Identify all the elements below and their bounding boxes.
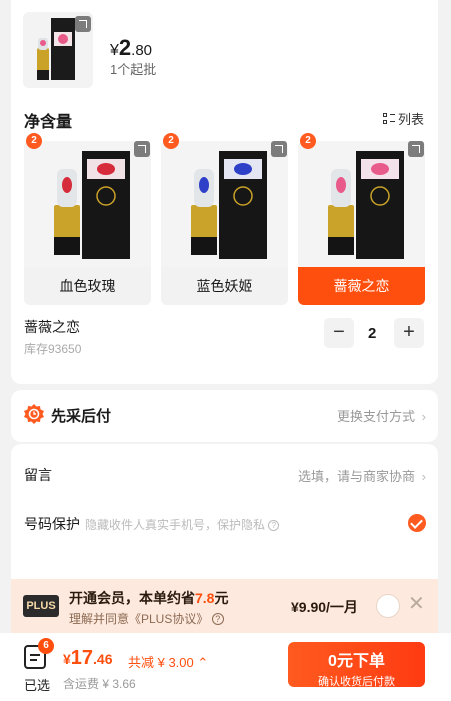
plus-agreement-text: 理解并同意《PLUS协议》: [69, 612, 209, 626]
zoom-icon[interactable]: [408, 141, 424, 157]
checkout-bar: 6 已选 ¥17.46 共减 ¥ 3.00 ⌃ 含运费 ¥ 3.66 0元下单 …: [0, 633, 451, 701]
cart-count-badge: 6: [38, 638, 54, 654]
order-button-subtitle: 确认收货后付款: [318, 676, 395, 688]
variant-label: 蓝色妖姬: [161, 267, 288, 305]
selected-label[interactable]: 已选: [24, 675, 50, 694]
plus-offer-suffix: 元: [214, 590, 229, 606]
plus-offer-prefix: 开通会员，本单约省: [69, 590, 195, 606]
shipping-fee: 含运费 ¥ 3.66: [63, 677, 136, 691]
plus-price: ¥9.90/一月: [291, 599, 358, 615]
change-payment-link[interactable]: 更换支付方式 ›: [337, 406, 426, 425]
message-placeholder: 选填，请与商家协商: [298, 469, 416, 484]
message-input[interactable]: 选填，请与商家协商 ›: [298, 466, 426, 485]
quantity-value[interactable]: 2: [368, 325, 376, 342]
payment-row[interactable]: 先采后付 更换支付方式 ›: [11, 390, 438, 442]
help-icon[interactable]: ?: [211, 613, 224, 625]
variant-image: [24, 141, 151, 267]
variant-label: 蔷薇之恋: [298, 267, 425, 305]
discount-text: 共减 ¥ 3.00: [128, 655, 194, 670]
stock-count: 库存93650: [24, 342, 82, 356]
plus-logo: PLUS: [23, 595, 59, 617]
privacy-label: 号码保护: [24, 516, 80, 532]
plus-membership-bar: PLUS 开通会员，本单约省7.8元 理解并同意《PLUS协议》 ? ¥9.90…: [11, 579, 438, 633]
list-view-label: 列表: [397, 112, 424, 127]
selected-variant-name: 蔷薇之恋: [24, 319, 80, 335]
variant-option-blue-enchantress[interactable]: 蓝色妖姬: [161, 141, 288, 305]
close-icon[interactable]: ✕: [408, 591, 425, 616]
zoom-icon[interactable]: [271, 141, 287, 157]
variant-count-badge: 2: [26, 133, 42, 149]
chevron-up-icon: ⌃: [193, 655, 209, 670]
unit-price: ¥2.80: [110, 35, 153, 60]
help-icon[interactable]: ?: [268, 520, 280, 531]
variant-option-rose-love[interactable]: 蔷薇之恋: [298, 141, 425, 305]
variant-count-badge: 2: [163, 133, 179, 149]
pay-later-icon: [24, 404, 44, 424]
variant-section-title: 净含量: [24, 114, 73, 131]
chevron-right-icon: ›: [421, 469, 426, 484]
variant-option-blood-rose[interactable]: 血色玫瑰: [24, 141, 151, 305]
variant-label: 血色玫瑰: [24, 267, 151, 305]
decrease-quantity-button[interactable]: −: [324, 318, 354, 348]
total-price: ¥17.46: [63, 647, 113, 669]
privacy-checkbox[interactable]: [408, 514, 426, 532]
product-thumbnail[interactable]: [23, 12, 93, 88]
order-button-title: 0元下单: [328, 653, 385, 670]
plus-agreement-link[interactable]: 理解并同意《PLUS协议》 ?: [69, 610, 224, 627]
product-card: ¥2.80 1个起批 净含量 列表 血色玫瑰 2 蓝色妖姬 2 蔷薇之恋 2 蔷…: [11, 0, 438, 384]
chevron-right-icon: ›: [421, 409, 426, 424]
list-grid-icon: [382, 112, 395, 125]
variant-image: [298, 141, 425, 267]
zoom-icon[interactable]: [75, 16, 91, 32]
place-order-button[interactable]: 0元下单 确认收货后付款: [288, 642, 425, 688]
plus-select-radio[interactable]: [376, 594, 400, 618]
increase-quantity-button[interactable]: +: [394, 318, 424, 348]
variant-image: [161, 141, 288, 267]
privacy-hint-text: 隐藏收件人真实手机号，保护隐私: [85, 518, 266, 532]
privacy-hint: 隐藏收件人真实手机号，保护隐私 ?: [85, 516, 280, 533]
variant-count-badge: 2: [300, 133, 316, 149]
payment-method-title: 先采后付: [51, 408, 112, 425]
plus-saving-amount: 7.8: [195, 590, 215, 606]
message-label: 留言: [24, 467, 52, 483]
list-view-button[interactable]: 列表: [382, 109, 424, 128]
zoom-icon[interactable]: [134, 141, 150, 157]
minimum-order: 1个起批: [110, 62, 157, 77]
plus-offer-text: 开通会员，本单约省7.8元: [69, 588, 228, 608]
change-payment-label: 更换支付方式: [337, 409, 416, 424]
discount-toggle[interactable]: 共减 ¥ 3.00 ⌃: [128, 652, 208, 671]
order-options: 留言 选填，请与商家协商 › 号码保护 隐藏收件人真实手机号，保护隐私 ?: [11, 444, 438, 584]
